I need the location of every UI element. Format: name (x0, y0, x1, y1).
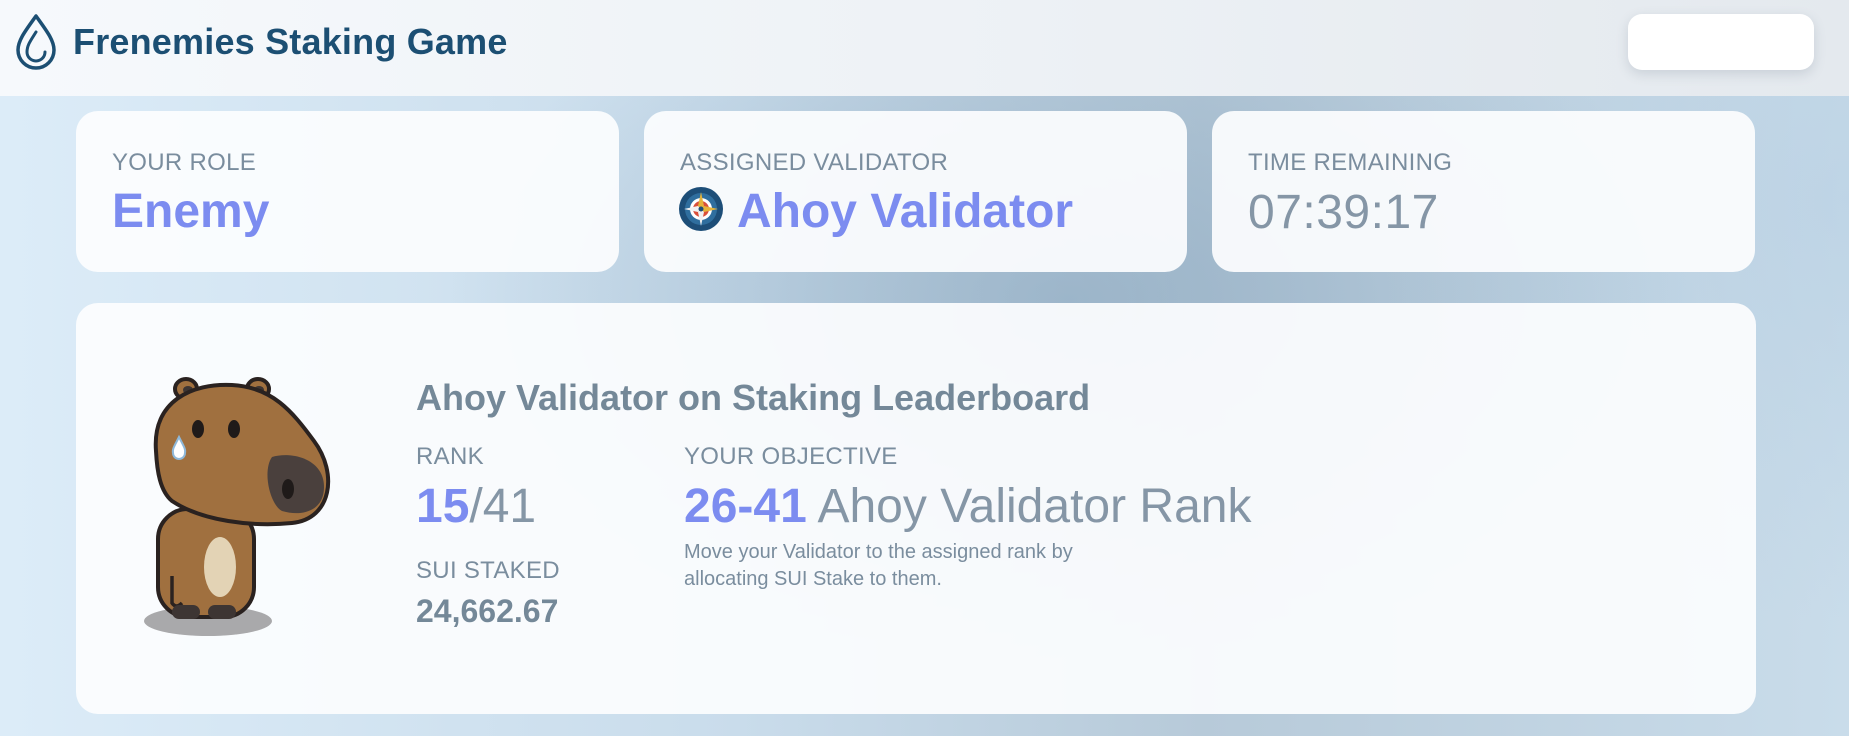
validator-card: ASSIGNED VALIDATOR Ahoy Validator (644, 111, 1187, 272)
app-title: Frenemies Staking Game (73, 21, 508, 62)
objective-line: 26-41 Ahoy Validator Rank (684, 479, 1251, 534)
staked-value: 24,662.67 (416, 593, 559, 629)
validator-name: Ahoy Validator (737, 185, 1074, 238)
objective-description: Move your Validator to the assigned rank… (684, 541, 1073, 590)
role-label: YOUR ROLE (112, 149, 257, 176)
capybara-mascot-icon (144, 377, 331, 636)
wallet-button[interactable] (1628, 14, 1814, 70)
objective-label: YOUR OBJECTIVE (684, 443, 898, 470)
staked-label: SUI STAKED (416, 557, 560, 584)
rank-current: 15 (416, 480, 470, 533)
rank-label: RANK (416, 443, 484, 470)
sui-droplet-icon[interactable] (14, 12, 58, 72)
time-label: TIME REMAINING (1248, 149, 1453, 176)
validator-label: ASSIGNED VALIDATOR (680, 149, 949, 176)
top-header: Frenemies Staking Game (0, 0, 1849, 96)
time-card: TIME REMAINING 07:39:17 (1212, 111, 1755, 272)
time-value: 07:39:17 (1248, 186, 1439, 239)
rank-total: /41 (469, 480, 537, 533)
leaderboard-card: Ahoy Validator on Staking Leaderboard RA… (76, 303, 1756, 714)
rank-value: 15/41 (416, 479, 536, 534)
leaderboard-title: Ahoy Validator on Staking Leaderboard (416, 377, 1091, 418)
role-card: YOUR ROLE Enemy (76, 111, 619, 272)
objective-range: 26-41 (684, 480, 807, 533)
role-value: Enemy (112, 185, 270, 238)
validator-avatar-icon (679, 187, 723, 231)
objective-text: Ahoy Validator Rank (806, 480, 1252, 533)
